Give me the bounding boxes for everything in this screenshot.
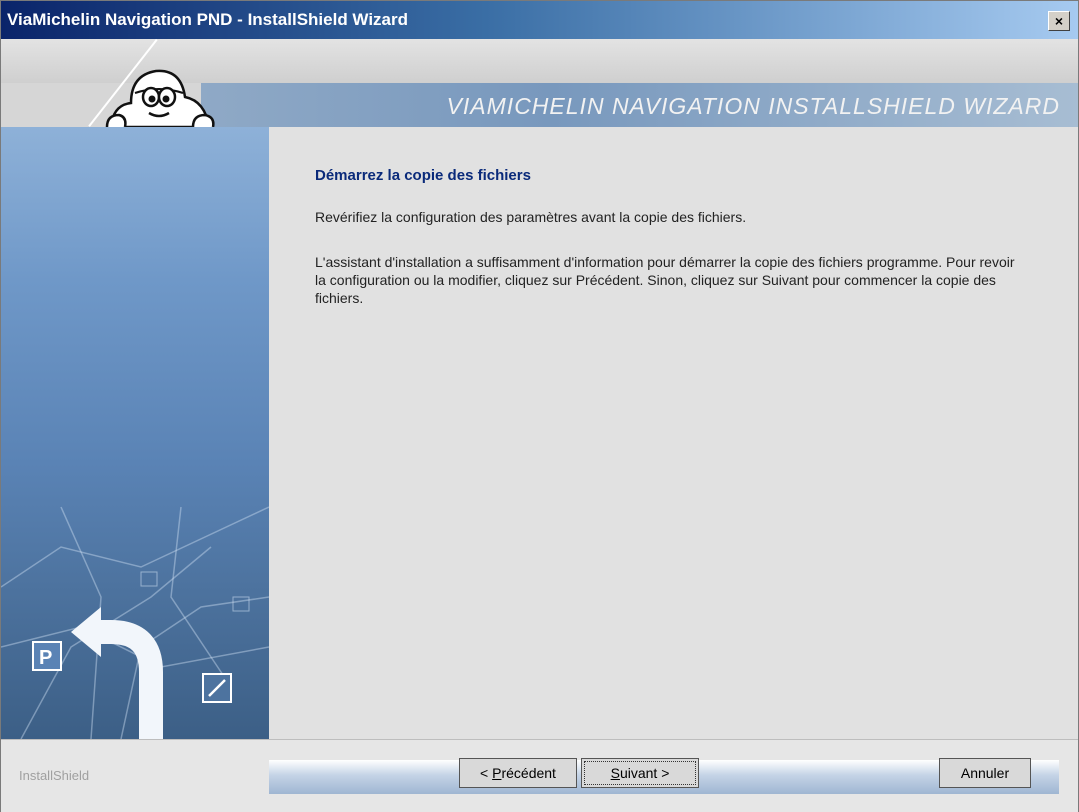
next-button[interactable]: Suivant > — [581, 758, 699, 788]
footer: InstallShield < Précédent Suivant > Annu… — [1, 739, 1078, 812]
map-graphic: P — [1, 506, 269, 739]
previous-button[interactable]: < Précédent — [459, 758, 577, 788]
michelin-bibendum-icon — [105, 69, 215, 127]
main-content: Démarrez la copie des fichiers Revérifie… — [269, 127, 1078, 739]
installshield-brand: InstallShield — [19, 768, 90, 783]
page-body-text: L'assistant d'installation a suffisammen… — [315, 254, 1015, 306]
header-banner: VIAMICHELIN NAVIGATION INSTALLSHIELD WIZ… — [1, 39, 1078, 127]
page-subtitle: Revérifiez la configuration des paramètr… — [315, 209, 747, 225]
previous-label: récédent — [501, 765, 556, 781]
next-label: uivant > — [619, 765, 670, 781]
close-button[interactable]: × — [1048, 11, 1070, 31]
road-sign-icon — [202, 673, 232, 703]
cancel-button[interactable]: Annuler — [939, 758, 1031, 788]
turn-arrow-icon — [71, 607, 163, 739]
page-heading: Démarrez la copie des fichiers — [315, 167, 531, 184]
title-bar[interactable]: ViaMichelin Navigation PND - InstallShie… — [1, 1, 1078, 39]
svg-text:P: P — [39, 647, 52, 669]
previous-prefix: < — [480, 765, 493, 781]
wizard-title: VIAMICHELIN NAVIGATION INSTALLSHIELD WIZ… — [446, 93, 1060, 119]
side-graphic-panel: P — [1, 127, 269, 739]
next-accelerator: S — [610, 765, 620, 781]
parking-sign-icon: P — [32, 641, 62, 671]
installer-window: ViaMichelin Navigation PND - InstallShie… — [0, 0, 1079, 812]
window-title: ViaMichelin Navigation PND - InstallShie… — [7, 10, 408, 29]
